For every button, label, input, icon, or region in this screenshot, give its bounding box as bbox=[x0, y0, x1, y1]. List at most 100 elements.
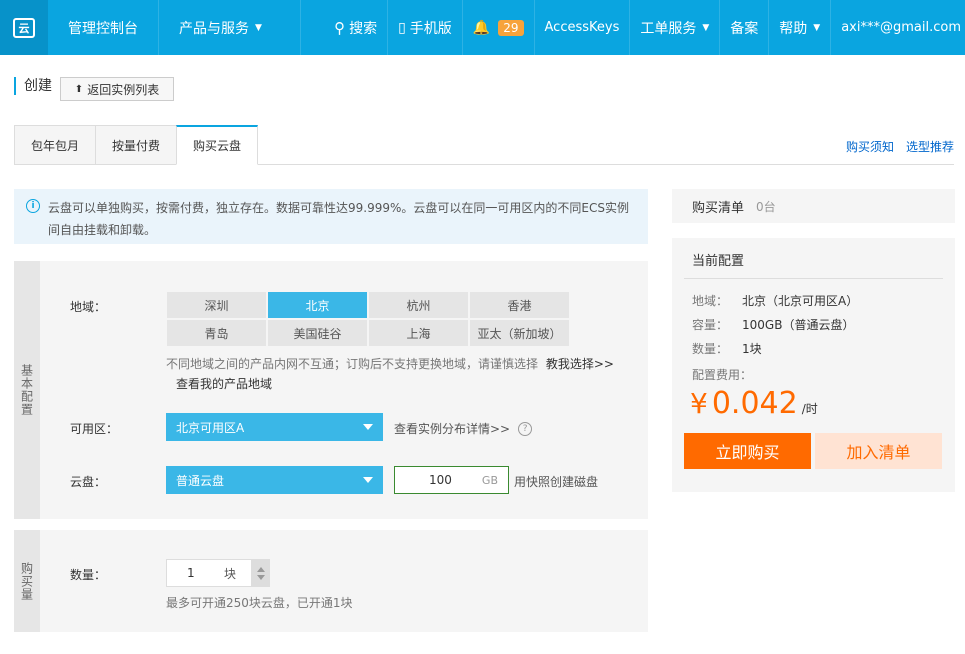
purchase-quantity-section: 购买量 数量： 1 块 最多可开通250块云盘，已开通1块 bbox=[14, 530, 648, 632]
region-option-selected[interactable]: 北京 bbox=[267, 291, 368, 319]
search-label: 搜索 bbox=[349, 20, 378, 37]
top-nav: 云 管理控制台 产品与服务 ▼ ⚲ 搜索 ▯ 手机版 🔔 29 AccessKeys 工… bbox=[0, 0, 965, 55]
cloud-logo-icon: 云 bbox=[13, 17, 35, 38]
add-to-cart-button[interactable]: 加入清单 bbox=[815, 433, 942, 469]
info-icon: i bbox=[26, 199, 40, 213]
region-option[interactable]: 香港 bbox=[469, 291, 570, 319]
disk-size-unit: GB bbox=[481, 473, 498, 487]
quantity-value: 1 bbox=[187, 566, 195, 580]
section-side-text: 基本配置 bbox=[19, 364, 34, 416]
chevron-down-icon: ▼ bbox=[702, 22, 710, 33]
disk-label: 云盘： bbox=[70, 475, 107, 489]
chevron-down-icon: ▼ bbox=[813, 22, 821, 33]
quantity-label: 数量： bbox=[70, 568, 107, 582]
help-menu[interactable]: 帮助 ▼ bbox=[769, 0, 832, 55]
console-label: 管理控制台 bbox=[68, 20, 138, 37]
buy-now-button[interactable]: 立即购买 bbox=[684, 433, 811, 469]
top-links: 购买须知 选型推荐 bbox=[846, 138, 954, 155]
selection-guide-link[interactable]: 选型推荐 bbox=[906, 138, 954, 155]
zone-detail-link[interactable]: 查看实例分布详情>> bbox=[394, 420, 510, 437]
user-menu[interactable]: axi***@gmail.com bbox=[831, 0, 965, 55]
tab-pay-as-you-go[interactable]: 按量付费 bbox=[95, 125, 177, 165]
tab-buy-disk[interactable]: 购买云盘 bbox=[176, 125, 259, 165]
region-option[interactable]: 上海 bbox=[368, 319, 469, 347]
cart-header: 购买清单 0台 bbox=[672, 189, 955, 223]
price-display: ¥ 0.042 /时 bbox=[690, 386, 818, 421]
accesskeys-label: AccessKeys bbox=[544, 20, 620, 35]
cart-count: 0台 bbox=[756, 199, 776, 214]
config-capacity-key: 容量： bbox=[692, 318, 729, 332]
config-divider bbox=[684, 278, 943, 279]
back-to-list-button[interactable]: ⬆ 返回实例列表 bbox=[60, 77, 174, 101]
products-menu[interactable]: 产品与服务 ▼ bbox=[159, 0, 301, 55]
dropdown-arrow-icon bbox=[363, 477, 373, 483]
zone-detail: 查看实例分布详情>> ? bbox=[394, 420, 533, 437]
question-icon[interactable]: ? bbox=[518, 421, 533, 436]
section-side-label: 购买量 bbox=[14, 530, 40, 632]
price-value: 0.042 bbox=[711, 386, 798, 421]
disk-type-value: 普通云盘 bbox=[176, 473, 225, 488]
quantity-input[interactable]: 1 块 bbox=[166, 559, 252, 587]
currency-symbol: ¥ bbox=[690, 387, 708, 420]
region-option[interactable]: 美国硅谷 bbox=[267, 319, 368, 347]
region-grid: 深圳 北京 杭州 香港 青岛 美国硅谷 上海 亚太（新加坡） bbox=[166, 291, 570, 347]
snapshot-link[interactable]: 用快照创建磁盘 bbox=[514, 473, 598, 490]
config-quantity-key: 数量： bbox=[692, 342, 729, 356]
chevron-down-icon: ▼ bbox=[255, 22, 262, 33]
config-quantity-row: 数量： 1块 bbox=[692, 340, 762, 357]
region-option[interactable]: 亚太（新加坡） bbox=[469, 319, 570, 347]
stepper-down-icon[interactable] bbox=[257, 574, 265, 580]
zone-value: 北京可用区A bbox=[176, 420, 245, 435]
disk-type-select[interactable]: 普通云盘 bbox=[166, 466, 383, 494]
basic-config-section: 基本配置 地域： 深圳 北京 杭州 香港 青岛 美国硅谷 上海 亚太（新加坡） … bbox=[14, 261, 648, 519]
purchase-notes-link[interactable]: 购买须知 bbox=[846, 138, 894, 155]
tickets-menu[interactable]: 工单服务 ▼ bbox=[630, 0, 721, 55]
teach-me-link[interactable]: 教我选择>> bbox=[546, 357, 614, 371]
bell-icon: 🔔 bbox=[472, 19, 491, 36]
notice-text: 云盘可以单独购买，按需付费，独立存在。数据可靠性达99.999%。云盘可以在同一… bbox=[48, 201, 629, 237]
dropdown-arrow-icon bbox=[363, 424, 373, 430]
user-email: axi***@gmail.com bbox=[841, 20, 961, 35]
price-unit: /时 bbox=[801, 402, 818, 416]
notification-badge: 29 bbox=[498, 19, 524, 36]
notifications-button[interactable]: 🔔 29 bbox=[463, 0, 535, 55]
tab-subscription[interactable]: 包年包月 bbox=[14, 125, 96, 165]
record-link[interactable]: 备案 bbox=[720, 0, 770, 55]
region-label: 地域： bbox=[70, 300, 107, 314]
tickets-label: 工单服务 bbox=[640, 20, 697, 37]
config-fee-key: 配置费用： bbox=[692, 368, 753, 382]
current-config-panel: 当前配置 地域： 北京（北京可用区A） 容量： 100GB（普通云盘） 数量： 1块 … bbox=[672, 238, 955, 492]
zone-select[interactable]: 北京可用区A bbox=[166, 413, 383, 441]
info-notice: i 云盘可以单独购买，按需付费，独立存在。数据可靠性达99.999%。云盘可以在… bbox=[14, 189, 648, 244]
logo[interactable]: 云 bbox=[0, 0, 48, 55]
config-quantity-value: 1块 bbox=[742, 342, 762, 356]
quantity-hint: 最多可开通250块云盘，已开通1块 bbox=[166, 596, 353, 610]
config-fee-label: 配置费用： bbox=[692, 366, 752, 383]
disk-size-input[interactable]: 100 GB bbox=[394, 466, 509, 494]
page-title: 创建 bbox=[14, 77, 52, 95]
console-link[interactable]: 管理控制台 bbox=[48, 0, 159, 55]
cart-title: 购买清单 bbox=[692, 200, 745, 216]
record-label: 备案 bbox=[730, 20, 759, 37]
region-hint-text: 不同地域之间的产品内网不互通；订购后不支持更换地域，请谨慎选择 bbox=[166, 357, 539, 371]
billing-tabs: 包年包月 按量付费 购买云盘 bbox=[14, 125, 259, 165]
stepper-up-icon[interactable] bbox=[257, 566, 265, 572]
disk-size-value: 100 bbox=[429, 473, 452, 487]
my-regions-link[interactable]: 查看我的产品地域 bbox=[176, 377, 272, 391]
zone-label: 可用区： bbox=[70, 422, 119, 436]
mobile-link[interactable]: ▯ 手机版 bbox=[388, 0, 463, 55]
region-option[interactable]: 青岛 bbox=[166, 319, 267, 347]
mobile-label: 手机版 bbox=[409, 20, 452, 37]
section-side-text: 购买量 bbox=[19, 561, 34, 601]
products-label: 产品与服务 bbox=[179, 20, 249, 37]
search-button[interactable]: ⚲ 搜索 bbox=[324, 0, 389, 55]
region-option[interactable]: 杭州 bbox=[368, 291, 469, 319]
config-capacity-row: 容量： 100GB（普通云盘） bbox=[692, 316, 854, 333]
section-side-label: 基本配置 bbox=[14, 261, 40, 519]
region-option[interactable]: 深圳 bbox=[166, 291, 267, 319]
accesskeys-link[interactable]: AccessKeys bbox=[535, 0, 631, 55]
region-hint: 不同地域之间的产品内网不互通；订购后不支持更换地域，请谨慎选择 教我选择>> 查… bbox=[166, 354, 638, 394]
back-button-label: 返回实例列表 bbox=[87, 82, 160, 97]
quantity-stepper[interactable] bbox=[252, 559, 270, 587]
config-capacity-value: 100GB（普通云盘） bbox=[742, 318, 855, 332]
